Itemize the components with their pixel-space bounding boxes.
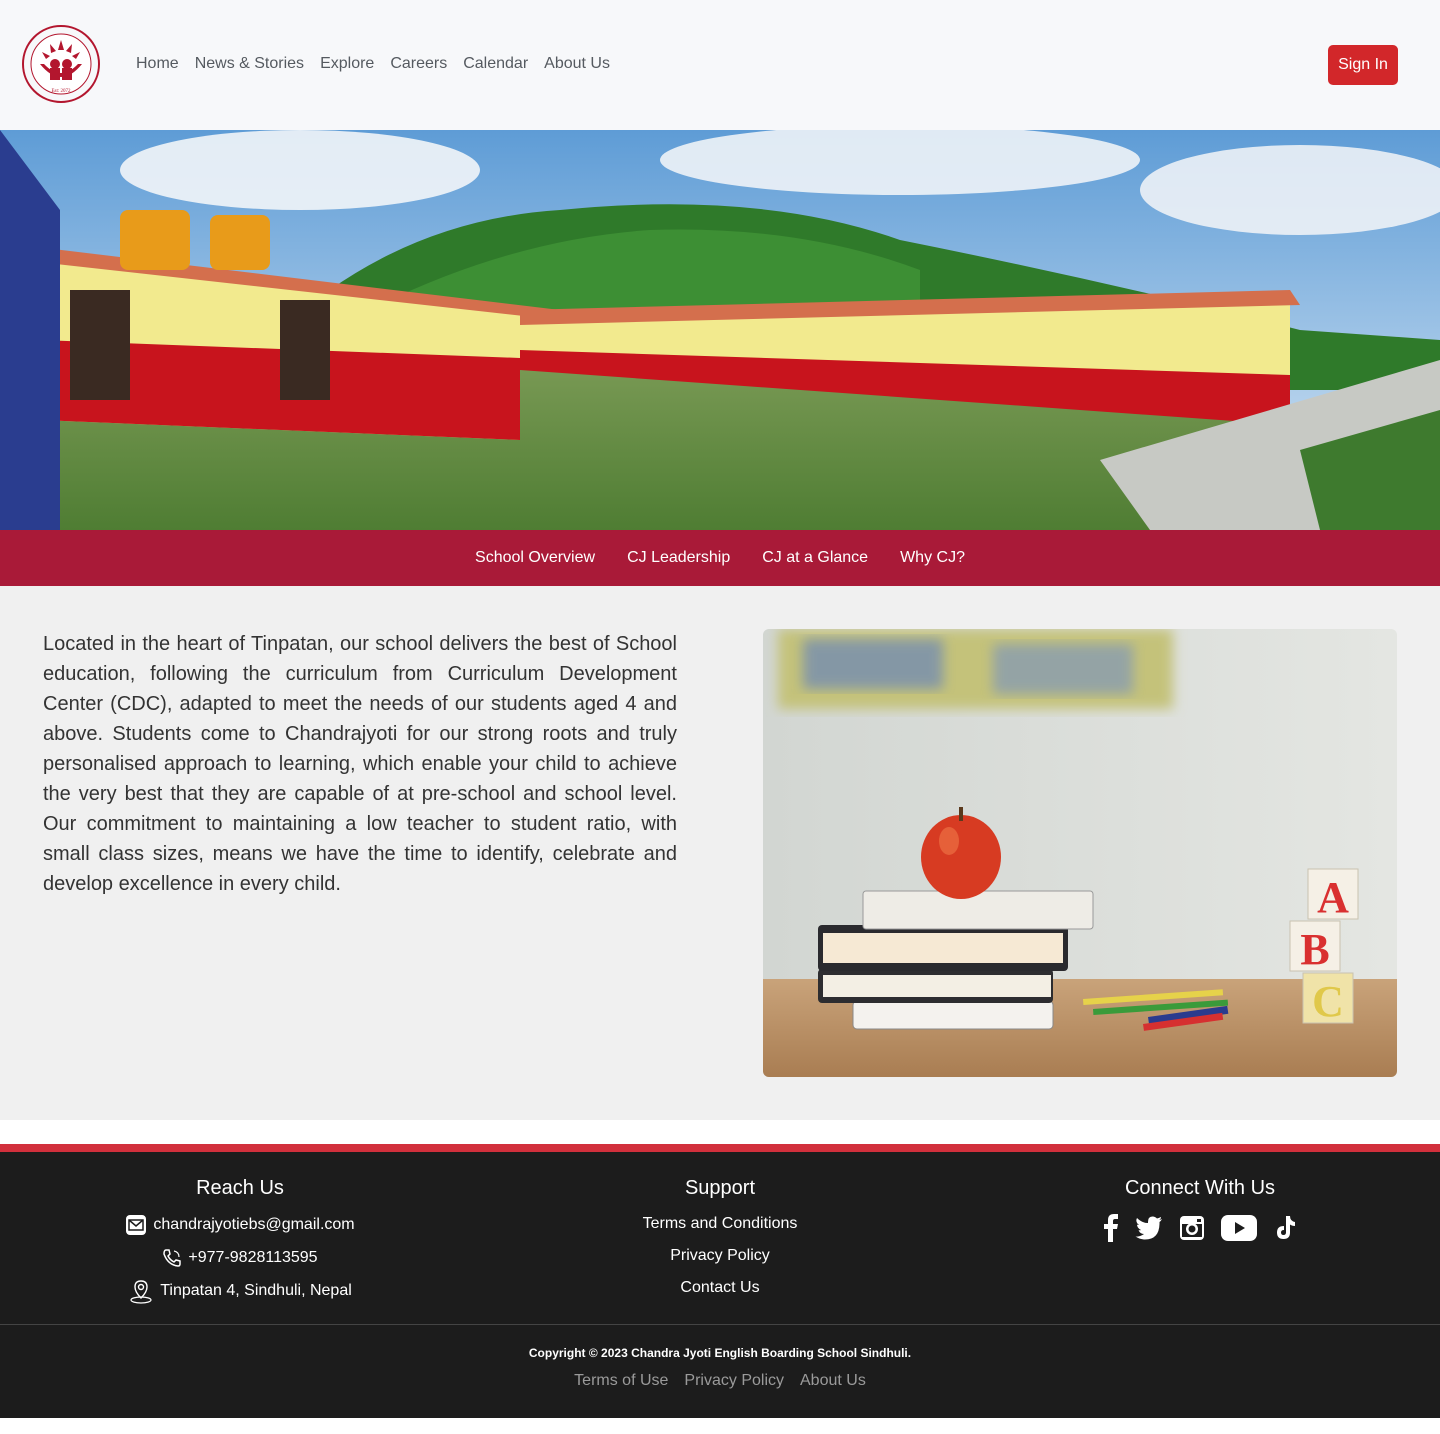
support-column: Support Terms and Conditions Privacy Pol… — [480, 1176, 960, 1304]
subnav-cj-leadership[interactable]: CJ Leadership — [627, 549, 730, 567]
nav-calendar[interactable]: Calendar — [455, 54, 536, 74]
sign-in-button[interactable]: Sign In — [1328, 45, 1398, 85]
nav-news-stories[interactable]: News & Stories — [187, 54, 312, 74]
nav-about-us[interactable]: About Us — [536, 54, 618, 74]
twitter-icon[interactable] — [1135, 1216, 1163, 1240]
phone-item[interactable]: +977-9828113595 — [0, 1241, 480, 1274]
support-title: Support — [684, 1177, 756, 1199]
nav-explore[interactable]: Explore — [312, 54, 382, 74]
contact-us-link[interactable]: Contact Us — [480, 1272, 960, 1304]
location-pin-icon — [130, 1279, 152, 1304]
facebook-icon[interactable] — [1103, 1214, 1119, 1242]
site-header: Est: 2072 Home News & Stories Explore Ca… — [0, 0, 1440, 130]
bottom-privacy-policy-link[interactable]: Privacy Policy — [684, 1372, 784, 1390]
email-item[interactable]: chandrajyotiebs@gmail.com — [0, 1208, 480, 1241]
overview-section: Located in the heart of Tinpatan, our sc… — [0, 586, 1440, 1120]
connect-title: Connect With Us — [1124, 1177, 1276, 1199]
mail-icon — [126, 1214, 147, 1235]
school-logo[interactable]: Est: 2072 — [20, 20, 102, 112]
copyright-text: Copyright © 2023 Chandra Jyoti English B… — [528, 1346, 912, 1360]
connect-column: Connect With Us — [960, 1176, 1440, 1242]
terms-and-conditions-link[interactable]: Terms and Conditions — [480, 1208, 960, 1240]
footer-bottom-links: Terms of Use Privacy Policy About Us — [0, 1372, 1440, 1390]
address-text: Tinpatan 4, Sindhuli, Nepal — [160, 1282, 352, 1299]
school-campus-photo — [0, 130, 1440, 530]
terms-of-use-link[interactable]: Terms of Use — [574, 1372, 668, 1390]
svg-text:B: B — [1300, 925, 1329, 974]
section-subnav: School Overview CJ Leadership CJ at a Gl… — [0, 530, 1440, 586]
tiktok-icon[interactable] — [1273, 1215, 1297, 1241]
footer-divider — [0, 1324, 1440, 1325]
footer-accent-strip — [0, 1144, 1440, 1152]
nav-home[interactable]: Home — [128, 54, 187, 74]
svg-text:C: C — [1312, 977, 1344, 1026]
social-links — [960, 1214, 1440, 1242]
privacy-policy-link[interactable]: Privacy Policy — [480, 1240, 960, 1272]
overview-paragraph: Located in the heart of Tinpatan, our sc… — [43, 633, 677, 895]
site-footer: Reach Us chandrajyotiebs@gmail.com +977-… — [0, 1152, 1440, 1418]
instagram-icon[interactable] — [1179, 1215, 1205, 1241]
email-text: chandrajyotiebs@gmail.com — [153, 1216, 355, 1233]
bottom-about-us-link[interactable]: About Us — [800, 1372, 866, 1390]
phone-text: +977-9828113595 — [188, 1249, 318, 1266]
svg-text:Est: 2072: Est: 2072 — [51, 89, 71, 94]
subnav-school-overview[interactable]: School Overview — [475, 549, 595, 567]
hero-image — [0, 130, 1440, 530]
classroom-image: A B C — [763, 629, 1397, 1077]
svg-text:A: A — [1317, 873, 1349, 922]
reach-us-column: Reach Us chandrajyotiebs@gmail.com +977-… — [0, 1176, 480, 1307]
youtube-icon[interactable] — [1221, 1215, 1257, 1241]
phone-icon — [163, 1248, 182, 1267]
main-nav: Home News & Stories Explore Careers Cale… — [128, 54, 618, 74]
subnav-cj-at-a-glance[interactable]: CJ at a Glance — [762, 549, 868, 567]
nav-careers[interactable]: Careers — [382, 54, 455, 74]
subnav-why-cj[interactable]: Why CJ? — [900, 549, 965, 567]
reach-us-title: Reach Us — [196, 1177, 284, 1199]
address-item[interactable]: Tinpatan 4, Sindhuli, Nepal — [0, 1274, 480, 1307]
